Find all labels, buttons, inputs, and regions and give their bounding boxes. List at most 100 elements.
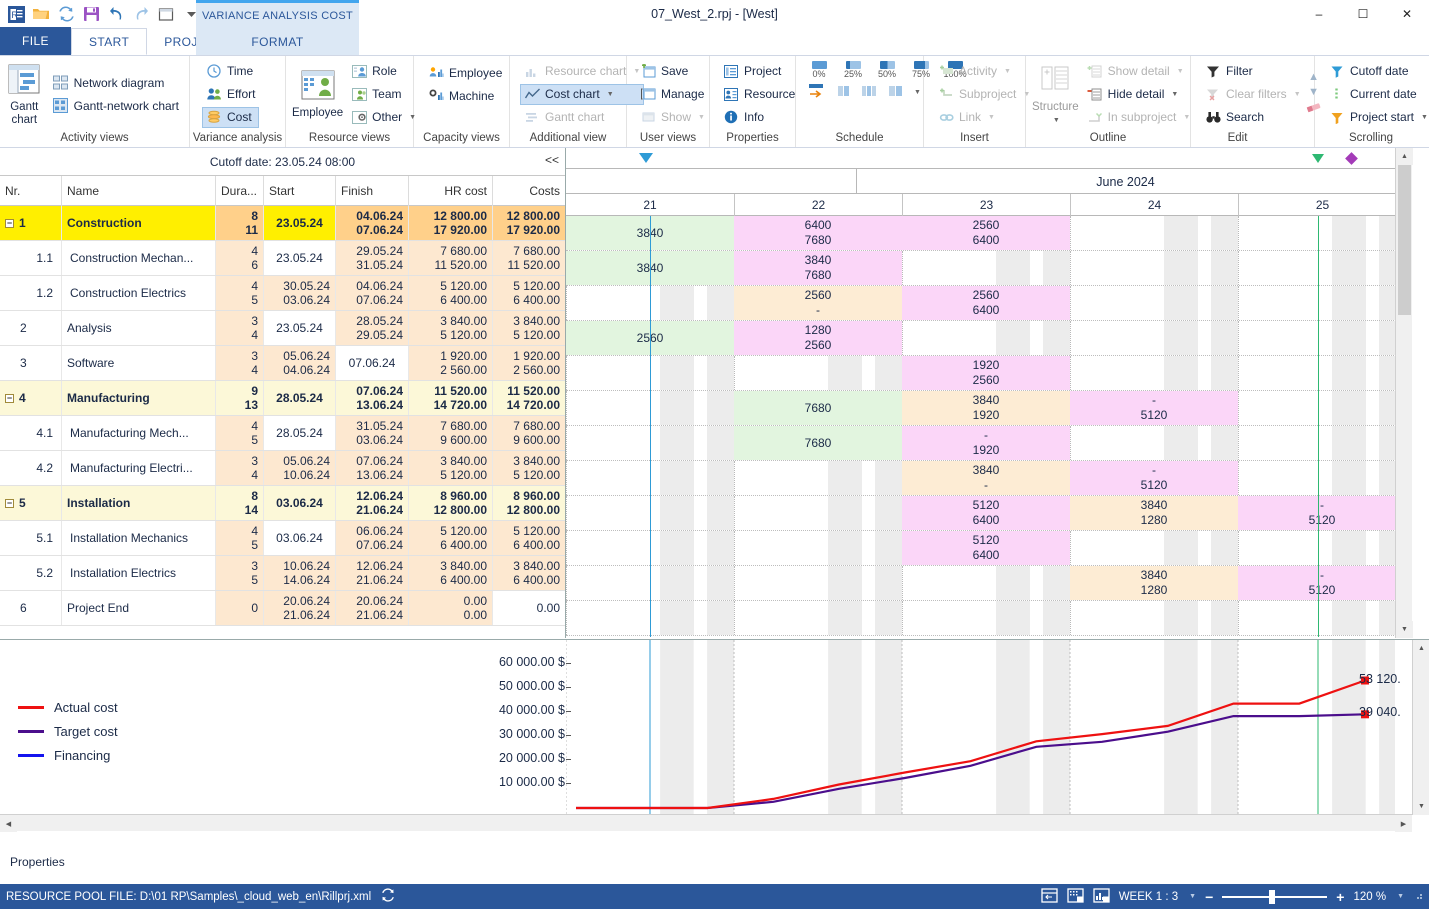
- gantt-row[interactable]: 384038407680: [566, 251, 1412, 286]
- expander-icon[interactable]: −: [5, 499, 14, 508]
- schedule-compress-icon[interactable]: [834, 82, 853, 103]
- gantt-row[interactable]: [566, 601, 1412, 636]
- zoom-out-button[interactable]: −: [1205, 889, 1213, 905]
- filter-button[interactable]: Filter: [1201, 61, 1305, 82]
- gantt-value-cell[interactable]: 7680: [734, 391, 902, 425]
- zoom-slider[interactable]: [1222, 896, 1327, 898]
- gantt-value-cell[interactable]: 19202560: [902, 356, 1070, 390]
- resource-chart-button[interactable]: Resource chart ▼: [520, 61, 644, 82]
- column-header-duration[interactable]: Dura...: [216, 176, 264, 206]
- column-header-costs[interactable]: Costs: [493, 176, 565, 206]
- gantt-value-cell[interactable]: 12802560: [734, 321, 902, 355]
- gantt-row[interactable]: 256012802560: [566, 321, 1412, 356]
- save-icon[interactable]: [82, 5, 100, 23]
- expander-icon[interactable]: −: [5, 219, 14, 228]
- cutoff-date-button[interactable]: Cutoff date: [1325, 61, 1429, 82]
- show-view-button[interactable]: Show ▼: [636, 107, 709, 128]
- gantt-vertical-scrollbar[interactable]: ▲ ▼: [1395, 148, 1412, 638]
- gantt-row[interactable]: 768038401920-5120: [566, 391, 1412, 426]
- table-row[interactable]: −1Construction81123.05.2404.06.2407.06.2…: [0, 206, 565, 241]
- week-header-22[interactable]: 22: [734, 194, 902, 216]
- insert-subproject-button[interactable]: Subproject ▼: [934, 84, 1034, 105]
- schedule-merge-icon[interactable]: [886, 82, 905, 103]
- gantt-chart-button[interactable]: Gantt chart: [6, 62, 43, 127]
- info-button[interactable]: Info: [719, 107, 799, 128]
- tab-format[interactable]: FORMAT: [196, 28, 359, 55]
- zoom-chevron-icon[interactable]: ▼: [1397, 893, 1404, 900]
- current-date-marker-icon[interactable]: [1312, 154, 1324, 163]
- column-header-name[interactable]: Name: [62, 176, 216, 206]
- timescale-label[interactable]: WEEK 1 : 3: [1119, 891, 1178, 903]
- gantt-value-cell[interactable]: 38401280: [1070, 566, 1238, 600]
- gantt-value-cell[interactable]: 38407680: [734, 251, 902, 285]
- save-view-button[interactable]: Save: [636, 61, 709, 82]
- schedule-progress-0[interactable]: 0%: [802, 61, 836, 79]
- legend-item-actual-cost[interactable]: Actual cost: [18, 695, 118, 719]
- table-row[interactable]: 4.2Manufacturing Electri...3405.06.2410.…: [0, 451, 565, 486]
- open-icon[interactable]: [32, 5, 50, 23]
- zoom-in-button[interactable]: +: [1336, 889, 1344, 905]
- scroll-up-arrow-icon[interactable]: ▲: [1396, 148, 1413, 165]
- tab-start[interactable]: START: [71, 28, 147, 55]
- gantt-value-cell[interactable]: 38401280: [1070, 496, 1238, 530]
- team-button[interactable]: Team: [347, 84, 420, 105]
- chart-vertical-scrollbar[interactable]: ▲ ▼: [1412, 640, 1429, 815]
- table-row[interactable]: 5.1Installation Mechanics4503.06.2406.06…: [0, 521, 565, 556]
- minimize-button[interactable]: –: [1297, 0, 1341, 28]
- chevron-down-icon[interactable]: ▼: [1053, 114, 1060, 127]
- column-header-nr[interactable]: Nr.: [0, 176, 62, 206]
- table-row[interactable]: 2Analysis3423.05.2428.05.2429.05.243 840…: [0, 311, 565, 346]
- table-row[interactable]: 4.1Manufacturing Mech...4528.05.2431.05.…: [0, 416, 565, 451]
- table-row[interactable]: 6Project End020.06.2421.06.2420.06.2421.…: [0, 591, 565, 626]
- variance-time-button[interactable]: Time: [202, 61, 259, 82]
- gantt-row[interactable]: 38401280-5120: [566, 566, 1412, 601]
- insert-activity-button[interactable]: Activity ▼: [934, 61, 1034, 82]
- role-button[interactable]: Role: [347, 61, 420, 82]
- project-properties-button[interactable]: Project: [719, 61, 799, 82]
- other-resource-button[interactable]: Other ▼: [347, 107, 420, 128]
- week-header-24[interactable]: 24: [1070, 194, 1238, 216]
- gantt-network-chart-button[interactable]: Gantt-network chart: [49, 95, 183, 116]
- gantt-value-cell[interactable]: 25606400: [902, 286, 1070, 320]
- tab-file[interactable]: FILE: [0, 27, 71, 55]
- gantt-value-cell[interactable]: -1920: [902, 426, 1070, 460]
- insert-link-button[interactable]: Link ▼: [934, 107, 1034, 128]
- timescale-chevron-icon[interactable]: ▼: [1189, 893, 1196, 900]
- chevron-down-icon[interactable]: ▼: [698, 114, 705, 121]
- chevron-down-icon[interactable]: ▼: [914, 89, 921, 96]
- table-row[interactable]: 1.2Construction Electrics4530.05.2403.06…: [0, 276, 565, 311]
- table-row[interactable]: 3Software3405.06.2404.06.2407.06.241 920…: [0, 346, 565, 381]
- legend-item-target-cost[interactable]: Target cost: [18, 719, 118, 743]
- chevron-down-icon[interactable]: ▼: [1171, 91, 1178, 98]
- scroll-down-arrow-icon[interactable]: ▼: [1396, 621, 1413, 638]
- table-row[interactable]: 1.1Construction Mechan...4623.05.2429.05…: [0, 241, 565, 276]
- week-header-23[interactable]: 23: [902, 194, 1070, 216]
- cost-chart-button[interactable]: Cost chart ▼: [520, 84, 644, 105]
- schedule-split-icon[interactable]: [860, 82, 879, 103]
- gantt-row[interactable]: 5120640038401280-5120: [566, 496, 1412, 531]
- schedule-progress-25[interactable]: 25%: [836, 61, 870, 79]
- gantt-value-cell[interactable]: -5120: [1070, 391, 1238, 425]
- maximize-button[interactable]: ☐: [1341, 0, 1385, 28]
- search-button[interactable]: Search: [1201, 107, 1305, 128]
- window-icon[interactable]: [157, 5, 175, 23]
- gantt-value-cell[interactable]: 51206400: [902, 496, 1070, 530]
- chart-scroll-up-icon[interactable]: ▲: [1413, 640, 1429, 657]
- view-split-icon[interactable]: [1041, 888, 1058, 906]
- variance-effort-button[interactable]: Effort: [202, 84, 259, 105]
- gantt-value-cell[interactable]: -5120: [1238, 496, 1406, 530]
- cutoff-date-marker-icon[interactable]: [639, 153, 653, 163]
- gantt-row[interactable]: 38406400768025606400: [566, 216, 1412, 251]
- gantt-value-cell[interactable]: 51206400: [902, 531, 1070, 565]
- manage-view-button[interactable]: Manage: [636, 84, 709, 105]
- properties-bar[interactable]: Properties: [0, 849, 1429, 874]
- project-end-marker-icon[interactable]: [1345, 152, 1358, 165]
- chevron-down-icon[interactable]: ▼: [1421, 114, 1428, 121]
- resize-grip-icon[interactable]: [1413, 890, 1423, 903]
- gantt-value-cell[interactable]: 25606400: [902, 216, 1070, 250]
- in-subproject-button[interactable]: In subproject ▼: [1083, 107, 1195, 128]
- gantt-value-cell[interactable]: 7680: [734, 426, 902, 460]
- gantt-value-cell[interactable]: 64007680: [734, 216, 902, 250]
- legend-item-financing[interactable]: Financing: [18, 743, 118, 767]
- zoom-slider-thumb[interactable]: [1269, 890, 1275, 904]
